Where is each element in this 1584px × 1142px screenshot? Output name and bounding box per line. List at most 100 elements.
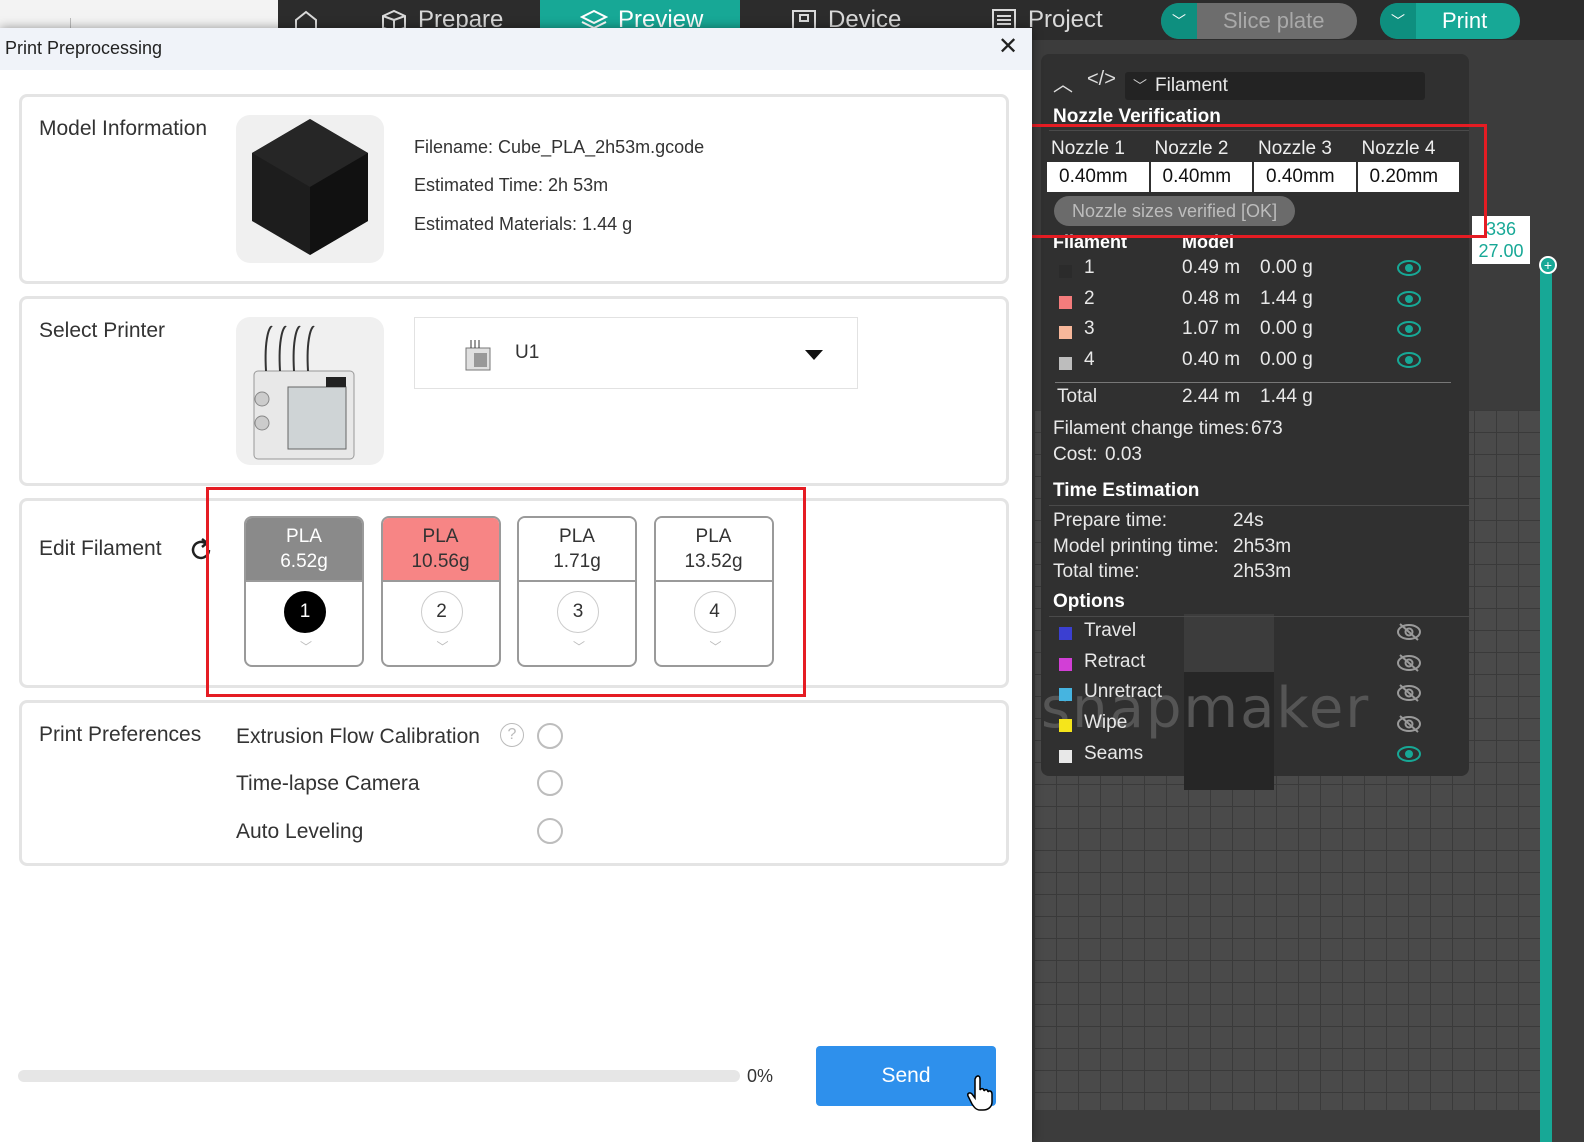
prepare-time-label: Prepare time: — [1053, 510, 1168, 531]
select-printer-label: Select Printer — [39, 319, 166, 342]
filament-length: 0.40 m — [1182, 348, 1241, 370]
nozzle-value: 0.20mm — [1357, 162, 1459, 192]
eye-off-icon[interactable] — [1397, 653, 1421, 673]
cube-model-image — [252, 119, 368, 255]
dialog-title: Print Preprocessing — [5, 38, 163, 58]
hand-pointer-icon — [967, 1075, 993, 1111]
color-swatch — [1059, 326, 1072, 339]
option-row-wipe: Wipe — [1041, 712, 1469, 742]
divider — [1049, 505, 1469, 506]
model-thumbnail — [236, 115, 384, 263]
plus-icon[interactable]: + — [1539, 256, 1557, 274]
option-label: Travel — [1084, 620, 1137, 641]
nozzle-cell: Nozzle 4 0.20mm — [1357, 138, 1459, 192]
print-preferences-card: Print Preferences Extrusion Flow Calibra… — [19, 700, 1009, 866]
option-row-seams: Seams — [1041, 743, 1469, 773]
nozzle-verified-badge: Nozzle sizes verified [OK] — [1054, 196, 1296, 226]
color-swatch — [1059, 265, 1072, 278]
nozzle-value: 0.40mm — [1254, 162, 1356, 192]
filament-slot-2[interactable]: PLA 10.56g 2 ﹀ — [380, 516, 501, 667]
view-type-select[interactable]: ﹀ Filament — [1125, 72, 1425, 100]
eye-icon[interactable] — [1397, 290, 1421, 308]
print-preprocessing-dialog: Print Preprocessing ✕ Model Information … — [0, 28, 1032, 1142]
close-icon[interactable]: ✕ — [996, 35, 1020, 60]
filament-slot-number: 1 — [284, 591, 326, 633]
filament-slot-header: PLA 10.56g — [382, 518, 499, 582]
extrusion-flow-calibration-radio[interactable] — [537, 723, 563, 749]
time-lapse-camera-label: Time-lapse Camera — [236, 772, 420, 795]
cost-line: Cost: 0.03 — [1053, 444, 1142, 466]
chevron-down-icon[interactable]: ﹀ — [573, 638, 585, 655]
auto-leveling-radio[interactable] — [537, 818, 563, 844]
printer-dropdown[interactable]: U1 — [414, 317, 858, 389]
chevron-down-icon[interactable]: ﹀ — [1380, 3, 1416, 39]
caret-down-icon — [805, 350, 823, 360]
filament-index: 2 — [1084, 287, 1095, 309]
chevron-down-icon[interactable]: ﹀ — [437, 638, 449, 655]
color-swatch — [1059, 295, 1072, 309]
printer-image — [236, 317, 384, 465]
view-type-value: Filament — [1155, 75, 1228, 96]
filament-type: PLA — [422, 526, 459, 547]
model-time-value: 2h53m — [1233, 536, 1292, 557]
print-button[interactable]: ﹀ Print — [1380, 3, 1520, 39]
nozzle-label: Nozzle 4 — [1361, 138, 1436, 159]
chevron-down-icon[interactable]: ﹀ — [710, 638, 722, 655]
filament-weight: 0.00 g — [1260, 318, 1313, 339]
divider — [1049, 130, 1469, 131]
filament-slot-number: 3 — [557, 591, 599, 633]
layer-height-value: 27.00 — [1478, 241, 1524, 261]
refresh-icon[interactable] — [188, 537, 214, 563]
chevron-down-icon[interactable]: ﹀ — [1161, 3, 1197, 39]
time-lapse-camera-radio[interactable] — [537, 770, 563, 796]
eye-off-icon[interactable] — [1397, 622, 1421, 642]
filament-slot-4[interactable]: PLA 13.52g 4 ﹀ — [653, 516, 774, 667]
filament-row: 3 1.07 m 0.00 g — [1041, 318, 1469, 348]
option-row-travel: Travel — [1041, 620, 1469, 650]
filament-slot-1[interactable]: PLA 6.52g 1 ﹀ — [244, 516, 364, 667]
nozzle-verification-title: Nozzle Verification — [1053, 106, 1221, 127]
filament-index: 1 — [1084, 257, 1095, 278]
filament-row: 4 0.40 m 0.00 g — [1041, 349, 1469, 379]
edit-filament-card: Edit Filament PLA 6.52g 1 ﹀ PLA 10.56g 2 ﹀ PLA 1.… — [19, 498, 1009, 688]
eye-icon[interactable] — [1397, 351, 1421, 369]
extrusion-flow-calibration-label: Extrusion Flow Calibration — [236, 725, 480, 748]
option-label: Retract — [1084, 650, 1146, 672]
legend-header: ︿ </> ﹀ Filament — [1041, 62, 1469, 102]
color-swatch — [1059, 627, 1072, 640]
help-icon[interactable]: ? — [500, 723, 524, 747]
filament-weight: 0.00 g — [1260, 348, 1313, 370]
printer-image-graphic — [253, 325, 355, 460]
estimated-time-text: Estimated Time: 2h 53m — [414, 175, 609, 195]
color-swatch — [1059, 749, 1072, 763]
filament-row: 2 0.48 m 1.44 g — [1041, 288, 1469, 318]
model-printing-time: Model printing time: 2h53m — [1053, 536, 1291, 558]
collapse-up-icon[interactable]: ︿ — [1053, 68, 1079, 96]
eye-icon[interactable] — [1397, 259, 1421, 277]
code-icon[interactable]: </> — [1087, 68, 1116, 92]
tab-project-label: Project — [1028, 6, 1103, 33]
filament-slot-number: 2 — [420, 591, 463, 633]
filament-slot-header: PLA 6.52g — [246, 518, 362, 582]
filament-slot-3[interactable]: PLA 1.71g 3 ﹀ — [517, 516, 637, 667]
slice-plate-label: Slice plate — [1223, 8, 1325, 33]
filament-length: 0.48 m — [1182, 287, 1241, 309]
printer-icon — [465, 340, 491, 371]
eye-icon[interactable] — [1397, 745, 1421, 765]
filament-weight: 1.44 g — [1260, 287, 1313, 309]
total-label: Total — [1057, 386, 1098, 407]
eye-icon[interactable] — [1397, 320, 1421, 338]
filament-column-header: Filament — [1053, 232, 1128, 252]
filament-index: 3 — [1084, 318, 1095, 339]
slice-plate-button[interactable]: ﹀ Slice plate — [1161, 3, 1357, 39]
color-swatch — [1059, 356, 1072, 370]
eye-off-icon[interactable] — [1397, 714, 1421, 734]
model-information-label: Model Information — [39, 117, 208, 140]
chevron-down-icon[interactable]: ﹀ — [300, 638, 312, 655]
layer-slider-track[interactable] — [1540, 262, 1552, 1142]
eye-off-icon[interactable] — [1397, 683, 1421, 703]
estimated-materials-text: Estimated Materials: 1.44 g — [414, 214, 633, 234]
filament-index: 4 — [1084, 348, 1095, 370]
filament-slot-header: PLA 1.71g — [519, 518, 635, 582]
total-time-value: 2h53m — [1233, 561, 1292, 582]
